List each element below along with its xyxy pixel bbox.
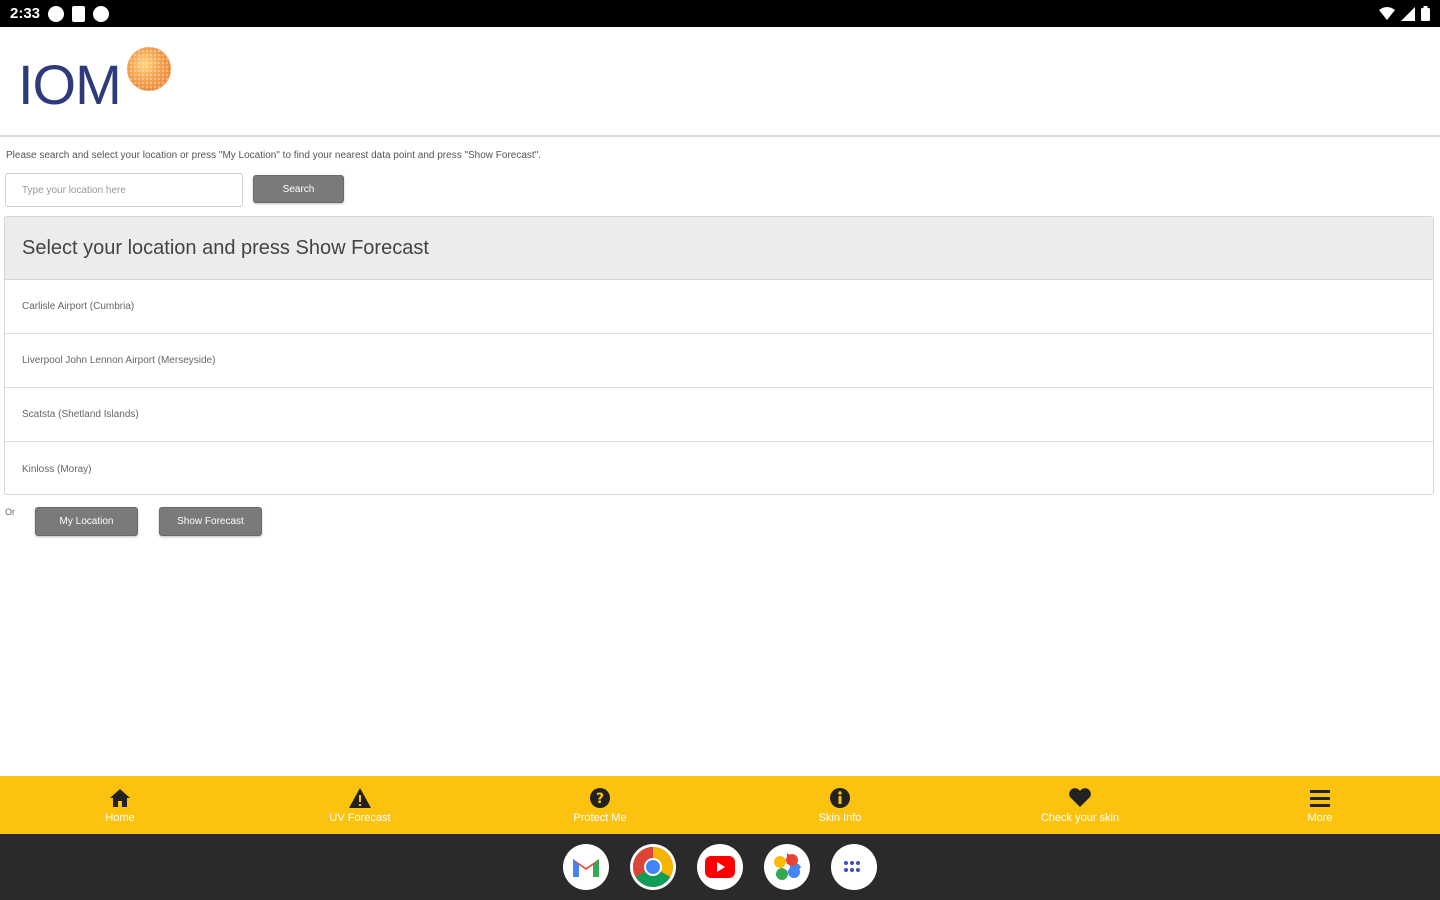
nav-item-home[interactable]: Home [0, 776, 240, 834]
chrome-icon[interactable] [630, 844, 676, 890]
nav-item-more[interactable]: More [1200, 776, 1440, 834]
app-header: IOM [0, 27, 1440, 137]
bottom-navigation: Home UV Forecast ? Protect Me Skin Info … [0, 776, 1440, 834]
battery-icon [1421, 6, 1430, 21]
status-bar: 2:33 [0, 0, 1440, 27]
location-item[interactable]: Kinloss (Moray) [5, 442, 1433, 494]
location-list-title: Select your location and press Show Fore… [5, 217, 1433, 280]
system-dock [0, 834, 1440, 900]
or-label: Or [5, 507, 15, 517]
app-drawer-icon[interactable] [831, 844, 877, 890]
nav-label-check-skin: Check your skin [1040, 812, 1120, 824]
info-icon [828, 786, 852, 810]
main-content: Please search and select your location o… [0, 139, 1440, 776]
iom-logo: IOM [18, 47, 173, 127]
nav-label-skin-info: Skin Info [818, 812, 862, 824]
gmail-icon[interactable] [563, 844, 609, 890]
search-button[interactable]: Search [253, 175, 344, 203]
nav-label-more: More [1307, 812, 1333, 824]
sim-card-icon [72, 5, 86, 22]
instructions-text: Please search and select your location o… [6, 150, 542, 161]
my-location-button[interactable]: My Location [35, 507, 138, 536]
home-icon [108, 786, 132, 810]
show-forecast-button[interactable]: Show Forecast [159, 507, 262, 536]
location-item[interactable]: Scatsta (Shetland Islands) [5, 388, 1433, 442]
nav-label-home: Home [105, 812, 135, 824]
nav-item-uv-forecast[interactable]: UV Forecast [240, 776, 480, 834]
photos-icon[interactable] [764, 844, 810, 890]
location-item[interactable]: Liverpool John Lennon Airport (Merseysid… [5, 334, 1433, 388]
nav-item-skin-info[interactable]: Skin Info [720, 776, 960, 834]
wifi-icon [1379, 6, 1395, 20]
nav-item-check-skin[interactable]: Check your skin [960, 776, 1200, 834]
status-time: 2:33 [10, 5, 41, 22]
location-search-input[interactable] [5, 173, 243, 207]
nav-label-protect-me: Protect Me [573, 812, 627, 824]
nav-item-protect-me[interactable]: ? Protect Me [480, 776, 720, 834]
heart-icon [1068, 786, 1092, 810]
notification-icon-2 [93, 5, 110, 22]
signal-icon [1401, 6, 1415, 21]
location-list: Select your location and press Show Fore… [4, 216, 1434, 495]
location-item[interactable]: Carlisle Airport (Cumbria) [5, 280, 1433, 334]
question-icon: ? [588, 786, 612, 810]
warning-icon [348, 786, 372, 810]
sun-logo-icon [126, 47, 171, 91]
logo-text: IOM [18, 53, 122, 116]
status-left: 2:33 [10, 5, 110, 22]
status-right [1379, 6, 1430, 21]
youtube-icon[interactable] [697, 844, 743, 890]
notification-icon [48, 5, 65, 22]
nav-label-uv-forecast: UV Forecast [329, 812, 391, 824]
svg-text:?: ? [596, 791, 604, 807]
menu-icon [1308, 786, 1332, 810]
